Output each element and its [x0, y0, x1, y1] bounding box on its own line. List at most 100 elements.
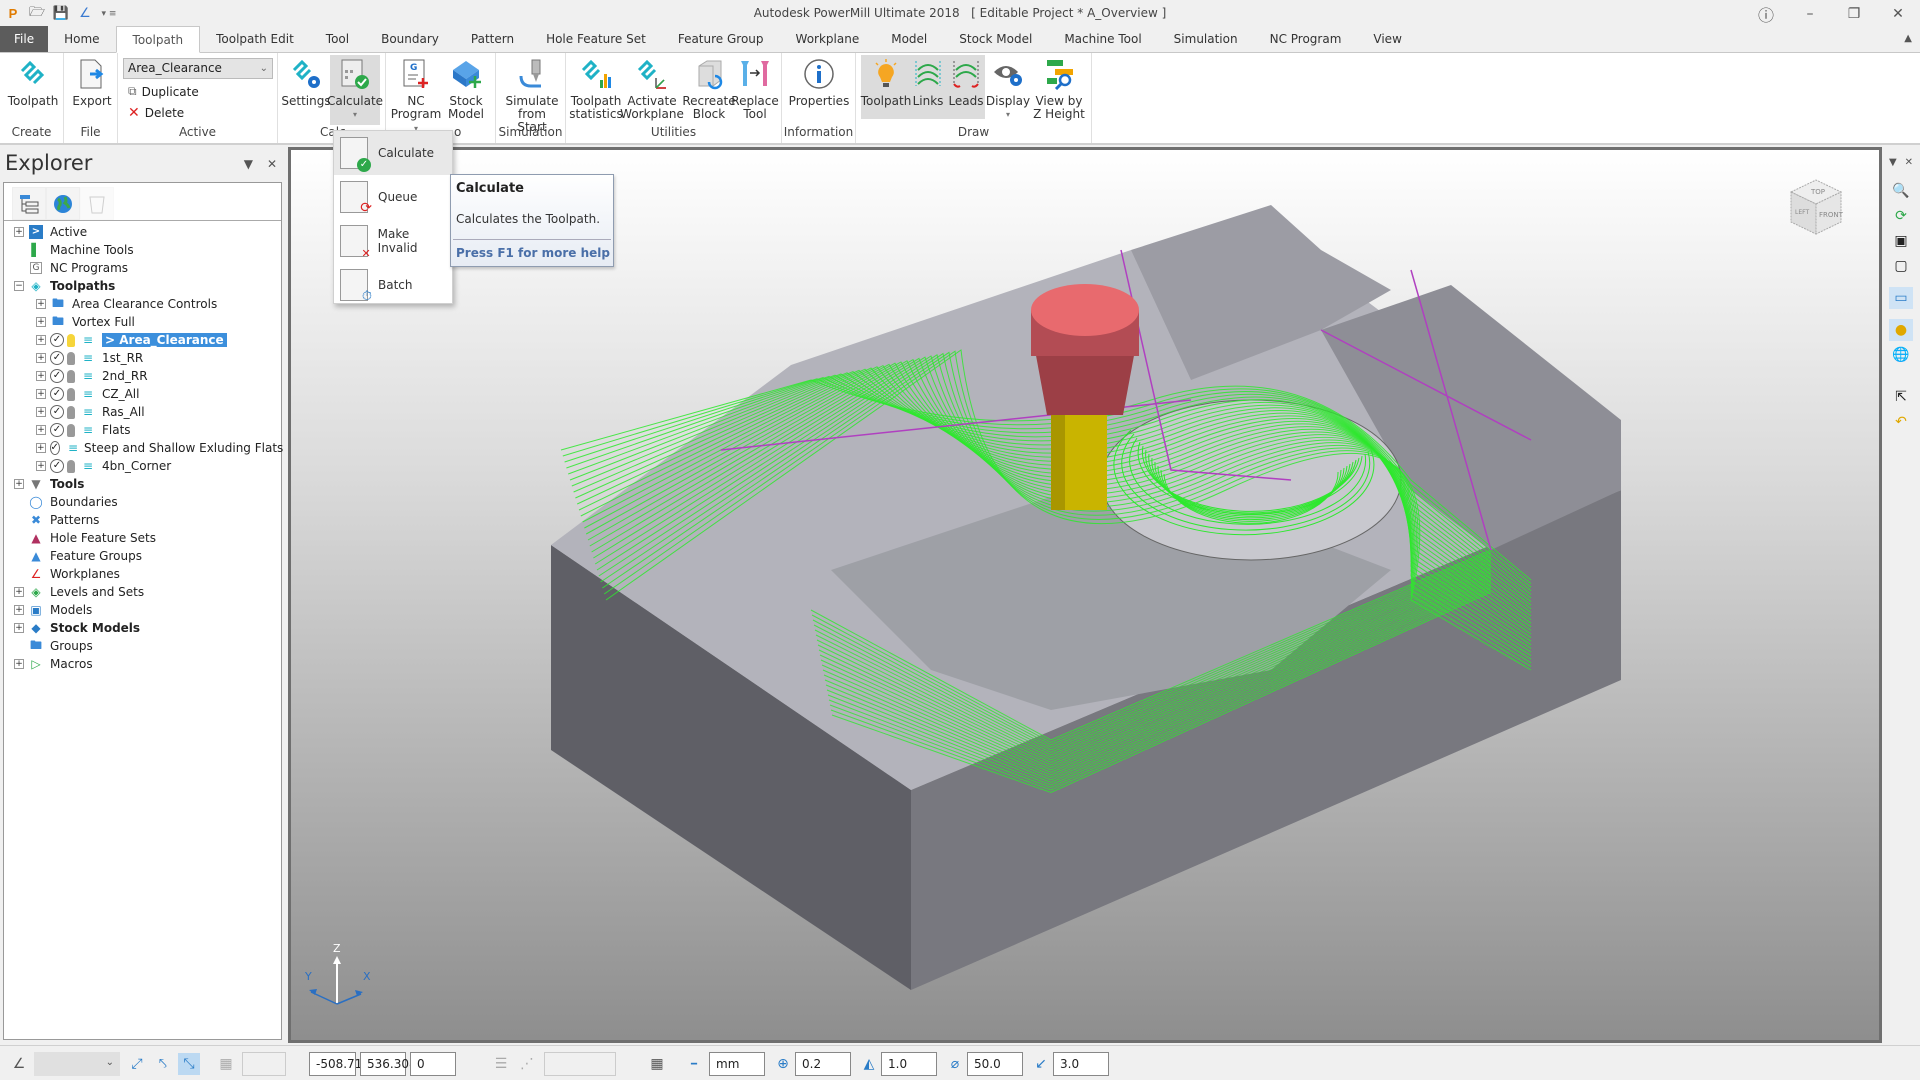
- export-button[interactable]: Export: [72, 57, 112, 108]
- expand-icon[interactable]: +: [36, 461, 46, 471]
- list-icon[interactable]: ☰: [490, 1053, 512, 1075]
- tree-node[interactable]: + ▷ Macros: [4, 655, 281, 673]
- undo-select-icon[interactable]: ↶: [1889, 411, 1913, 433]
- expand-icon[interactable]: +: [36, 407, 46, 417]
- active-bulb-icon[interactable]: [67, 423, 75, 437]
- expand-icon[interactable]: +: [14, 623, 24, 633]
- tree-node[interactable]: + ✓ ≡ Steep and Shallow Exluding Flats: [4, 439, 283, 457]
- refresh-icon[interactable]: ⟳: [1889, 205, 1913, 227]
- tab-feature-group[interactable]: Feature Group: [662, 26, 780, 52]
- collapse-ribbon-icon[interactable]: ▲: [1904, 33, 1912, 44]
- tab-file[interactable]: File: [0, 26, 49, 52]
- align-x-icon[interactable]: ⤢: [126, 1053, 148, 1075]
- visibility-check-icon[interactable]: ✓: [49, 441, 60, 455]
- stepover-icon[interactable]: ◭: [858, 1053, 880, 1075]
- calculate-button[interactable]: Calculate ▾: [327, 55, 383, 125]
- draw-toolpath-button[interactable]: Toolpath: [861, 57, 911, 108]
- units-field[interactable]: mm: [709, 1052, 765, 1076]
- tree-node[interactable]: ✖ Patterns: [4, 511, 281, 529]
- tree-node[interactable]: + ◆ Stock Models: [4, 619, 281, 637]
- nc-program-button[interactable]: G NC Program ▾: [391, 57, 441, 135]
- collapse-icon[interactable]: −: [14, 281, 24, 291]
- simulate-from-start-button[interactable]: Simulate from Start: [504, 57, 560, 134]
- tab-simulation[interactable]: Simulation: [1158, 26, 1254, 52]
- angle-field[interactable]: 3.0: [1053, 1052, 1109, 1076]
- tab-home[interactable]: Home: [48, 26, 115, 52]
- expand-icon[interactable]: +: [36, 389, 46, 399]
- tab-stock-model[interactable]: Stock Model: [943, 26, 1048, 52]
- tab-toolpath[interactable]: Toolpath: [115, 26, 201, 53]
- tree-node[interactable]: + ▣ Models: [4, 601, 281, 619]
- view-toolbar-menu-icon[interactable]: ▼: [1889, 157, 1897, 168]
- recycle-bin-icon[interactable]: [80, 187, 114, 220]
- zoom-fit-icon[interactable]: ▣: [1889, 230, 1913, 252]
- tree-node[interactable]: 🖿 Groups: [4, 637, 281, 655]
- tree-node[interactable]: ▲ Feature Groups: [4, 547, 281, 565]
- workplane-icon[interactable]: ∠: [76, 5, 94, 23]
- ruler-icon[interactable]: ━: [683, 1053, 705, 1075]
- align-z-icon[interactable]: ⤡: [178, 1053, 200, 1075]
- expand-icon[interactable]: +: [36, 425, 46, 435]
- snap-icon[interactable]: ⋰: [516, 1053, 538, 1075]
- visibility-check-icon[interactable]: ✓: [50, 405, 64, 419]
- tree-node[interactable]: ◯ Boundaries: [4, 493, 281, 511]
- tree-node[interactable]: + ✓ ≡ 2nd_RR: [4, 367, 281, 385]
- active-toolpath-combo[interactable]: Area_Clearance ⌄: [123, 58, 273, 79]
- view-cube[interactable]: TOP LEFT FRONT: [1781, 172, 1851, 242]
- tolerance-icon[interactable]: ⊕: [772, 1053, 794, 1075]
- stepover-field[interactable]: 1.0: [881, 1052, 937, 1076]
- expand-icon[interactable]: +: [14, 227, 24, 237]
- menu-item-make-invalid[interactable]: ✕ Make Invalid: [334, 219, 452, 263]
- active-bulb-icon[interactable]: [67, 333, 75, 347]
- display-button[interactable]: Display ▾: [986, 57, 1030, 121]
- tab-tool[interactable]: Tool: [310, 26, 365, 52]
- angle-icon[interactable]: ↙: [1030, 1053, 1052, 1075]
- select-icon[interactable]: ⇱: [1889, 386, 1913, 408]
- tree-node[interactable]: ▲ Hole Feature Sets: [4, 529, 281, 547]
- activate-workplane-button[interactable]: Activate Workplane: [620, 57, 684, 121]
- block-view-icon[interactable]: ▭: [1889, 287, 1913, 309]
- visibility-check-icon[interactable]: ✓: [50, 459, 64, 473]
- expand-icon[interactable]: +: [36, 371, 46, 381]
- shading-icon[interactable]: ●: [1889, 319, 1913, 341]
- visibility-check-icon[interactable]: ✓: [50, 387, 64, 401]
- tab-hole-feature-set[interactable]: Hole Feature Set: [530, 26, 662, 52]
- view-cube-front[interactable]: FRONT: [1819, 211, 1844, 219]
- expand-icon[interactable]: +: [36, 443, 46, 453]
- visibility-check-icon[interactable]: ✓: [50, 333, 64, 347]
- tree-node[interactable]: + 🖿 Area Clearance Controls: [4, 295, 281, 313]
- view-by-z-height-button[interactable]: View by Z Height: [1032, 57, 1086, 121]
- tab-view[interactable]: View: [1357, 26, 1417, 52]
- delete-button[interactable]: ✕ Delete: [128, 105, 184, 121]
- duplicate-button[interactable]: ⧉ Duplicate: [128, 84, 199, 99]
- tree-node[interactable]: + ✓ ≡ 1st_RR: [4, 349, 281, 367]
- snap-field[interactable]: [544, 1052, 616, 1076]
- x-coordinate[interactable]: -508.71: [309, 1052, 362, 1076]
- tree-node[interactable]: + ◈ Levels and Sets: [4, 583, 281, 601]
- active-bulb-icon[interactable]: [67, 459, 75, 473]
- tab-workplane[interactable]: Workplane: [780, 26, 876, 52]
- qat-dropdown-icon[interactable]: ▾ ≡: [100, 5, 118, 23]
- expand-icon[interactable]: +: [36, 353, 46, 363]
- calculator-pause-icon[interactable]: ▦: [646, 1053, 668, 1075]
- tab-nc-program[interactable]: NC Program: [1254, 26, 1358, 52]
- menu-item-queue[interactable]: ⟳ Queue: [334, 175, 452, 219]
- tab-model[interactable]: Model: [875, 26, 943, 52]
- leads-button[interactable]: Leads: [948, 57, 984, 108]
- settings-button[interactable]: Settings: [281, 57, 331, 108]
- menu-item-batch[interactable]: ⏱ Batch: [334, 263, 452, 307]
- tree-node[interactable]: ▌ Machine Tools: [4, 241, 281, 259]
- tree-node[interactable]: + > Active: [4, 223, 281, 241]
- tree-node[interactable]: + ✓ ≡ Ras_All: [4, 403, 281, 421]
- restore-button[interactable]: ❐: [1832, 6, 1876, 22]
- tab-boundary[interactable]: Boundary: [365, 26, 455, 52]
- tree-node[interactable]: + ✓ ≡ CZ_All: [4, 385, 281, 403]
- calculate-dropdown-icon[interactable]: ▾: [353, 108, 357, 121]
- active-bulb-icon[interactable]: [67, 351, 75, 365]
- expand-icon[interactable]: +: [36, 317, 46, 327]
- expand-icon[interactable]: +: [36, 335, 46, 345]
- align-y-icon[interactable]: ⤣: [152, 1053, 174, 1075]
- visibility-check-icon[interactable]: ✓: [50, 351, 64, 365]
- visibility-check-icon[interactable]: ✓: [50, 423, 64, 437]
- tree-node[interactable]: − ◈ Toolpaths: [4, 277, 281, 295]
